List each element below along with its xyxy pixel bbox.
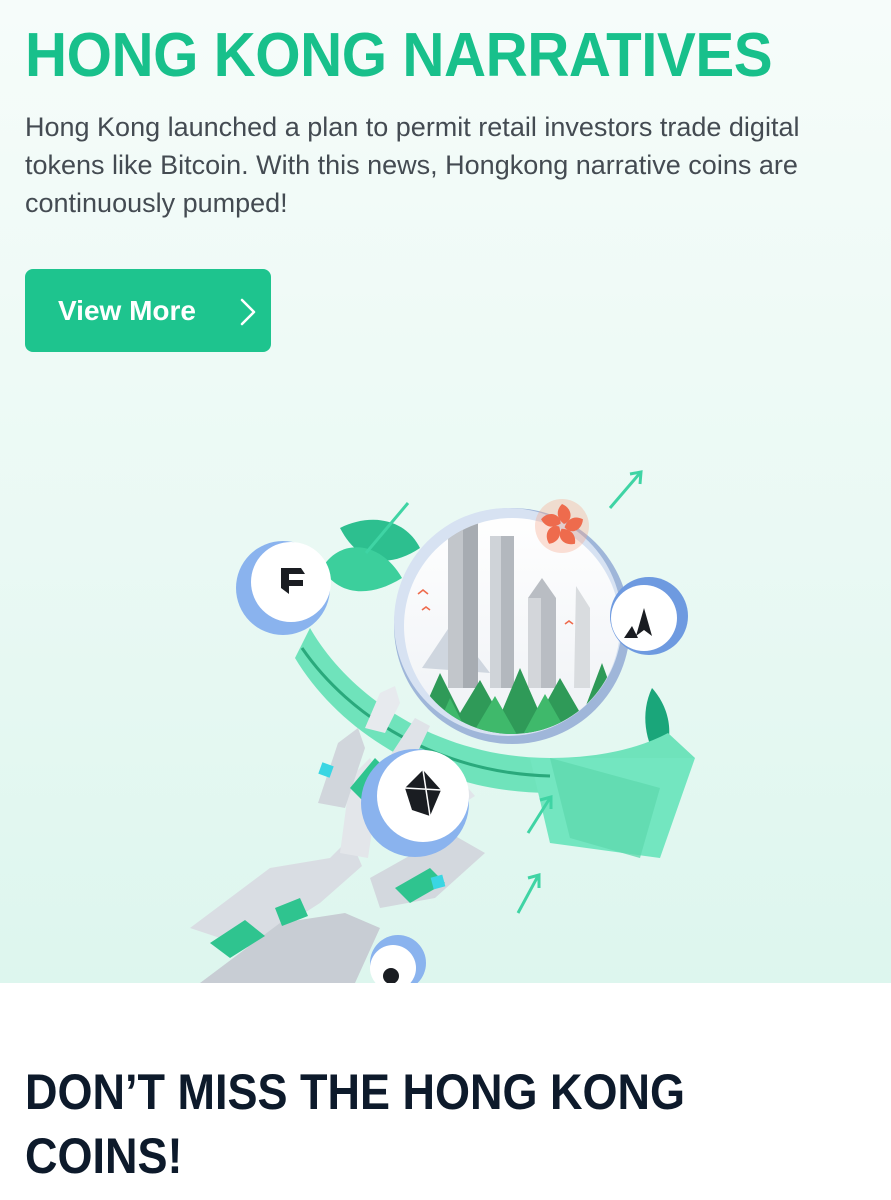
coin-icon-top-left <box>236 541 331 635</box>
hero-description: Hong Kong launched a plan to permit reta… <box>25 112 800 218</box>
view-more-label: View More <box>58 294 196 326</box>
chevron-right-icon <box>240 298 256 326</box>
coin-icon-center <box>361 749 469 857</box>
coin-icon-right <box>610 577 688 655</box>
view-more-button[interactable]: View More <box>25 269 271 352</box>
section-title: DON’T MISS THE HONG KONG COINS! <box>25 1064 686 1184</box>
city-globe <box>394 499 630 744</box>
hero-banner: HONG KONG NARRATIVES Hong Kong launched … <box>0 0 891 983</box>
hero-title: HONG KONG NARRATIVES <box>25 21 773 90</box>
coin-icon-bottom <box>370 935 426 983</box>
bauhinia-flower-icon <box>535 499 589 553</box>
hong-kong-illustration <box>190 470 695 983</box>
